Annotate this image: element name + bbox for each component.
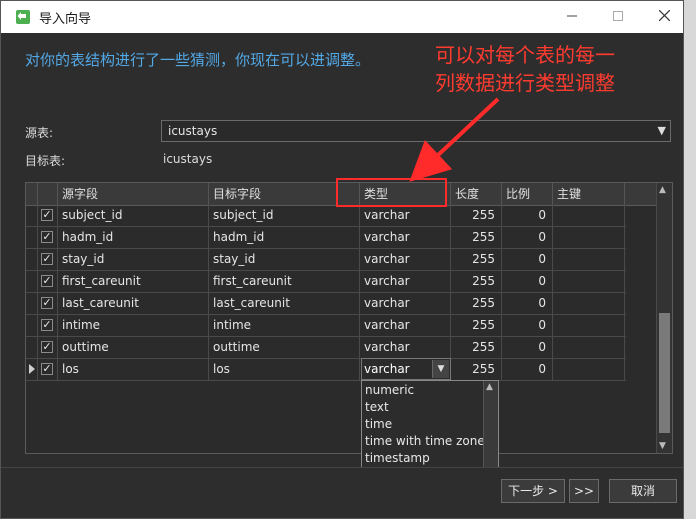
cancel-button[interactable]: 取消 xyxy=(609,479,677,503)
import-wizard-window: 导入向导 对你的表结构进行了一些猜测，你现在可以进调整。 可以对每个表的每一 列… xyxy=(0,0,684,519)
last-button[interactable]: >> xyxy=(569,479,599,503)
annotation-arrow xyxy=(409,97,500,182)
next-button[interactable]: 下一步 > xyxy=(501,479,565,503)
background-right xyxy=(684,0,696,519)
